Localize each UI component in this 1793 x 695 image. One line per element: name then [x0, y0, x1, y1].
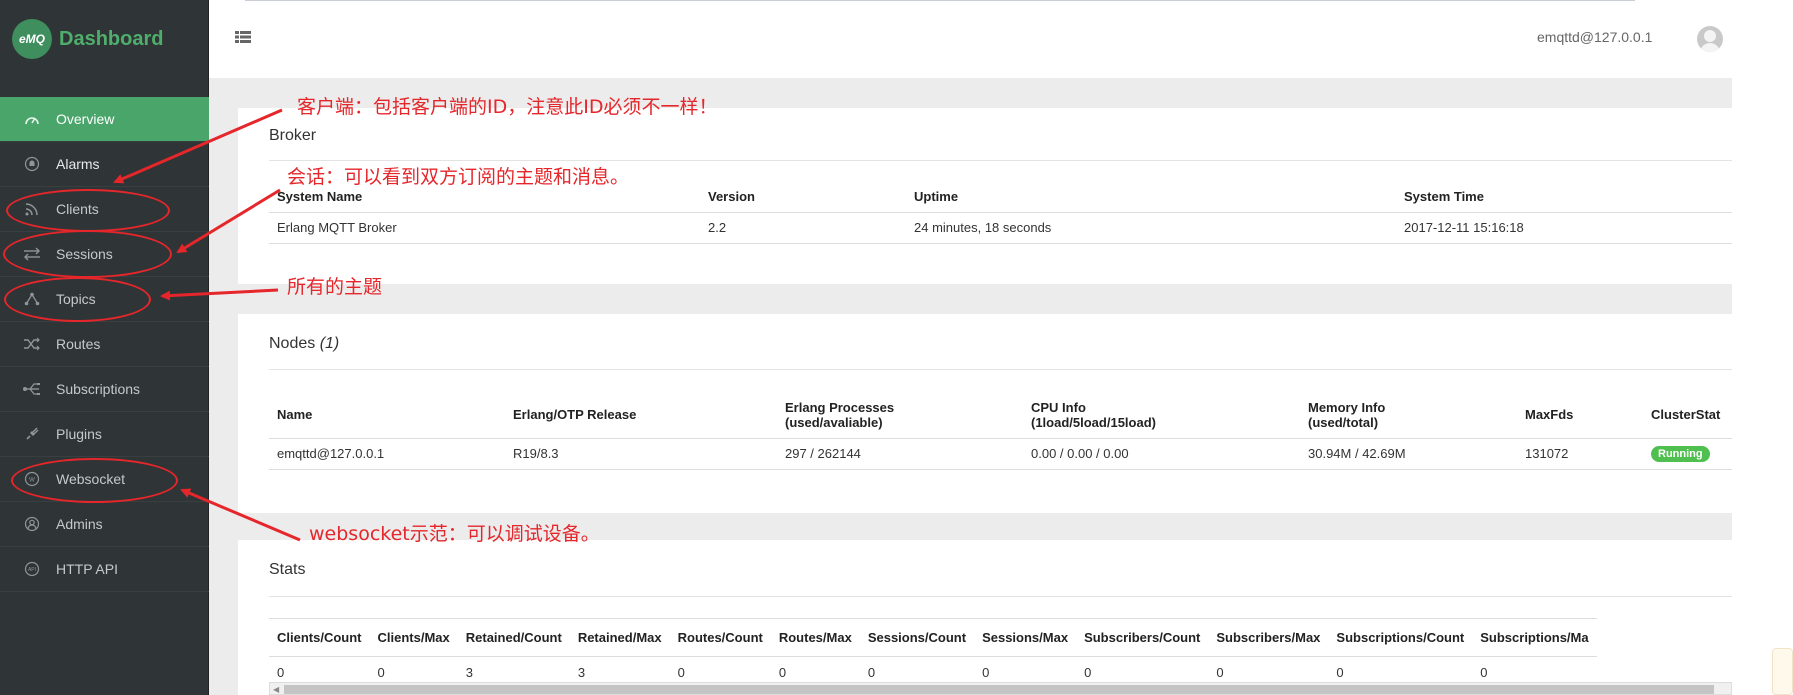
stats-panel: Stats Clients/Count Clients/Max Retained… — [238, 540, 1732, 695]
sidebar-item-admins[interactable]: Admins — [0, 502, 209, 547]
table-cell: 297 / 262144 — [785, 446, 861, 461]
column-header: Uptime — [914, 188, 959, 204]
column-header: Routes/Max — [778, 630, 852, 645]
sidebar-item-label: Admins — [56, 516, 103, 532]
table-header-row: Clients/Count Clients/Max Retained/Count… — [269, 618, 1597, 657]
nodes-count: (1) — [319, 335, 340, 352]
sessions-highlight-ellipse — [3, 230, 172, 278]
column-header: Subscribers/Count — [1084, 630, 1201, 645]
clients-highlight-ellipse — [6, 189, 170, 232]
stats-title: Stats — [269, 561, 306, 578]
column-header: Sessions/Count — [867, 630, 967, 645]
current-user[interactable]: emqttd@127.0.0.1 — [1537, 29, 1652, 45]
column-header: Subscriptions/Ma — [1480, 630, 1589, 645]
divider — [269, 596, 1732, 597]
svg-text:API: API — [28, 567, 36, 573]
column-header: Subscribers/Max — [1216, 630, 1321, 645]
table-cell: emqttd@127.0.0.1 — [277, 446, 385, 461]
sidebar-item-label: Alarms — [56, 156, 100, 172]
brand-title: Dashboard — [59, 27, 164, 50]
status-badge: Running — [1651, 446, 1710, 462]
sidebar-item-plugins[interactable]: Plugins — [0, 412, 209, 457]
broker-panel: Broker System Name Version Uptime System… — [238, 108, 1732, 284]
stats-table: Clients/Count Clients/Max Retained/Count… — [269, 618, 1597, 688]
column-header: Memory Info (used/total) — [1308, 399, 1386, 430]
table-cell: 0.00 / 0.00 / 0.00 — [1031, 446, 1129, 461]
scroll-left-icon[interactable]: ◀ — [273, 685, 279, 694]
table-cell: 30.94M / 42.69M — [1308, 446, 1406, 461]
table-cell: 2.2 — [708, 220, 727, 235]
user-icon — [22, 516, 42, 532]
table-row: Erlang MQTT Broker 2.2 24 minutes, 18 se… — [269, 212, 1732, 243]
column-header: Retained/Max — [577, 630, 662, 645]
scroll-thumb[interactable] — [284, 685, 1714, 694]
clients-annotation: 客户端：包括客户端的ID，注意此ID必须不一样！ — [297, 96, 718, 118]
table-cell: R19/8.3 — [513, 446, 559, 461]
horizontal-scrollbar[interactable]: ◀ — [269, 682, 1732, 695]
column-header: Clients/Max — [377, 630, 450, 645]
sidebar-item-label: Plugins — [56, 426, 102, 442]
sidebar-item-label: Subscriptions — [56, 381, 141, 397]
column-header: System Time — [1404, 188, 1484, 204]
sidebar-nav: Overview Alarms Clients Sessions Topics — [0, 97, 209, 592]
nodes-table: Name Erlang/OTP Release Erlang Processes… — [269, 392, 1732, 470]
nodes-panel: Nodes (1) Name Erlang/OTP Release Erlang… — [238, 314, 1732, 513]
column-header: Subscriptions/Count — [1336, 630, 1465, 645]
column-header: Retained/Count — [465, 630, 562, 645]
column-header: Clients/Count — [277, 630, 362, 645]
sidebar-item-routes[interactable]: Routes — [0, 322, 209, 367]
divider — [269, 160, 1732, 161]
column-header: Sessions/Max — [982, 630, 1069, 645]
random-icon — [22, 336, 42, 352]
column-header: CPU Info (1load/5load/15load) — [1031, 399, 1156, 430]
table-cell: 131072 — [1525, 446, 1569, 461]
sidebar-item-alarms[interactable]: Alarms — [0, 142, 209, 187]
nodes-title-label: Nodes — [269, 335, 316, 352]
sidebar-item-http-api[interactable]: API HTTP API — [0, 547, 209, 592]
table-cell: 24 minutes, 18 seconds — [914, 220, 1052, 235]
corner-widget — [1772, 648, 1793, 695]
table-cell: Running — [1643, 438, 1732, 469]
column-header: Erlang/OTP Release — [513, 407, 637, 423]
sidebar: eMQ Dashboard Overview Alarms Clients Se… — [0, 0, 209, 695]
gauge-icon — [22, 111, 42, 127]
websocket-annotation: websocket示范：可以调试设备。 — [309, 523, 600, 545]
column-header: Version — [708, 188, 755, 204]
sidebar-item-label: Overview — [56, 111, 115, 127]
nodes-title: Nodes (1) — [269, 335, 339, 353]
sidebar-item-subscriptions[interactable]: Subscriptions — [0, 367, 209, 412]
topics-annotation: 所有的主题 — [287, 276, 383, 298]
sidebar-item-label: Routes — [56, 336, 101, 352]
plug-icon — [22, 426, 42, 442]
sidebar-item-label: HTTP API — [56, 561, 118, 577]
avatar[interactable] — [1697, 26, 1723, 52]
column-header: Erlang Processes (used/avaliable) — [785, 399, 895, 430]
column-header: MaxFds — [1525, 407, 1574, 423]
sessions-annotation: 会话：可以看到双方订阅的主题和消息。 — [287, 166, 630, 188]
topics-highlight-ellipse — [4, 277, 151, 322]
websocket-highlight-ellipse — [11, 458, 178, 503]
table-header-row: Name Erlang/OTP Release Erlang Processes… — [269, 392, 1732, 438]
broker-title: Broker — [269, 127, 317, 144]
table-row: emqttd@127.0.0.1 R19/8.3 297 / 262144 0.… — [269, 438, 1732, 469]
table-cell: 2017-12-11 15:16:18 — [1404, 220, 1524, 235]
bell-icon — [22, 156, 42, 172]
api-icon: API — [22, 561, 42, 577]
divider — [269, 369, 1732, 370]
brand[interactable]: eMQ Dashboard — [0, 0, 209, 78]
header-divider — [245, 0, 1635, 1]
share-icon — [22, 381, 42, 397]
emq-logo: eMQ — [12, 19, 52, 59]
table-cell: Erlang MQTT Broker — [277, 220, 397, 235]
column-header: ClusterStat — [1651, 407, 1721, 423]
sidebar-item-overview[interactable]: Overview — [0, 97, 209, 142]
top-header: emqttd@127.0.0.1 — [209, 0, 1732, 78]
column-header: Name — [277, 407, 313, 423]
column-header: Routes/Count — [677, 630, 763, 645]
menu-toggle-icon[interactable] — [235, 30, 251, 44]
broker-table: System Name Version Uptime System Time E… — [269, 181, 1732, 244]
